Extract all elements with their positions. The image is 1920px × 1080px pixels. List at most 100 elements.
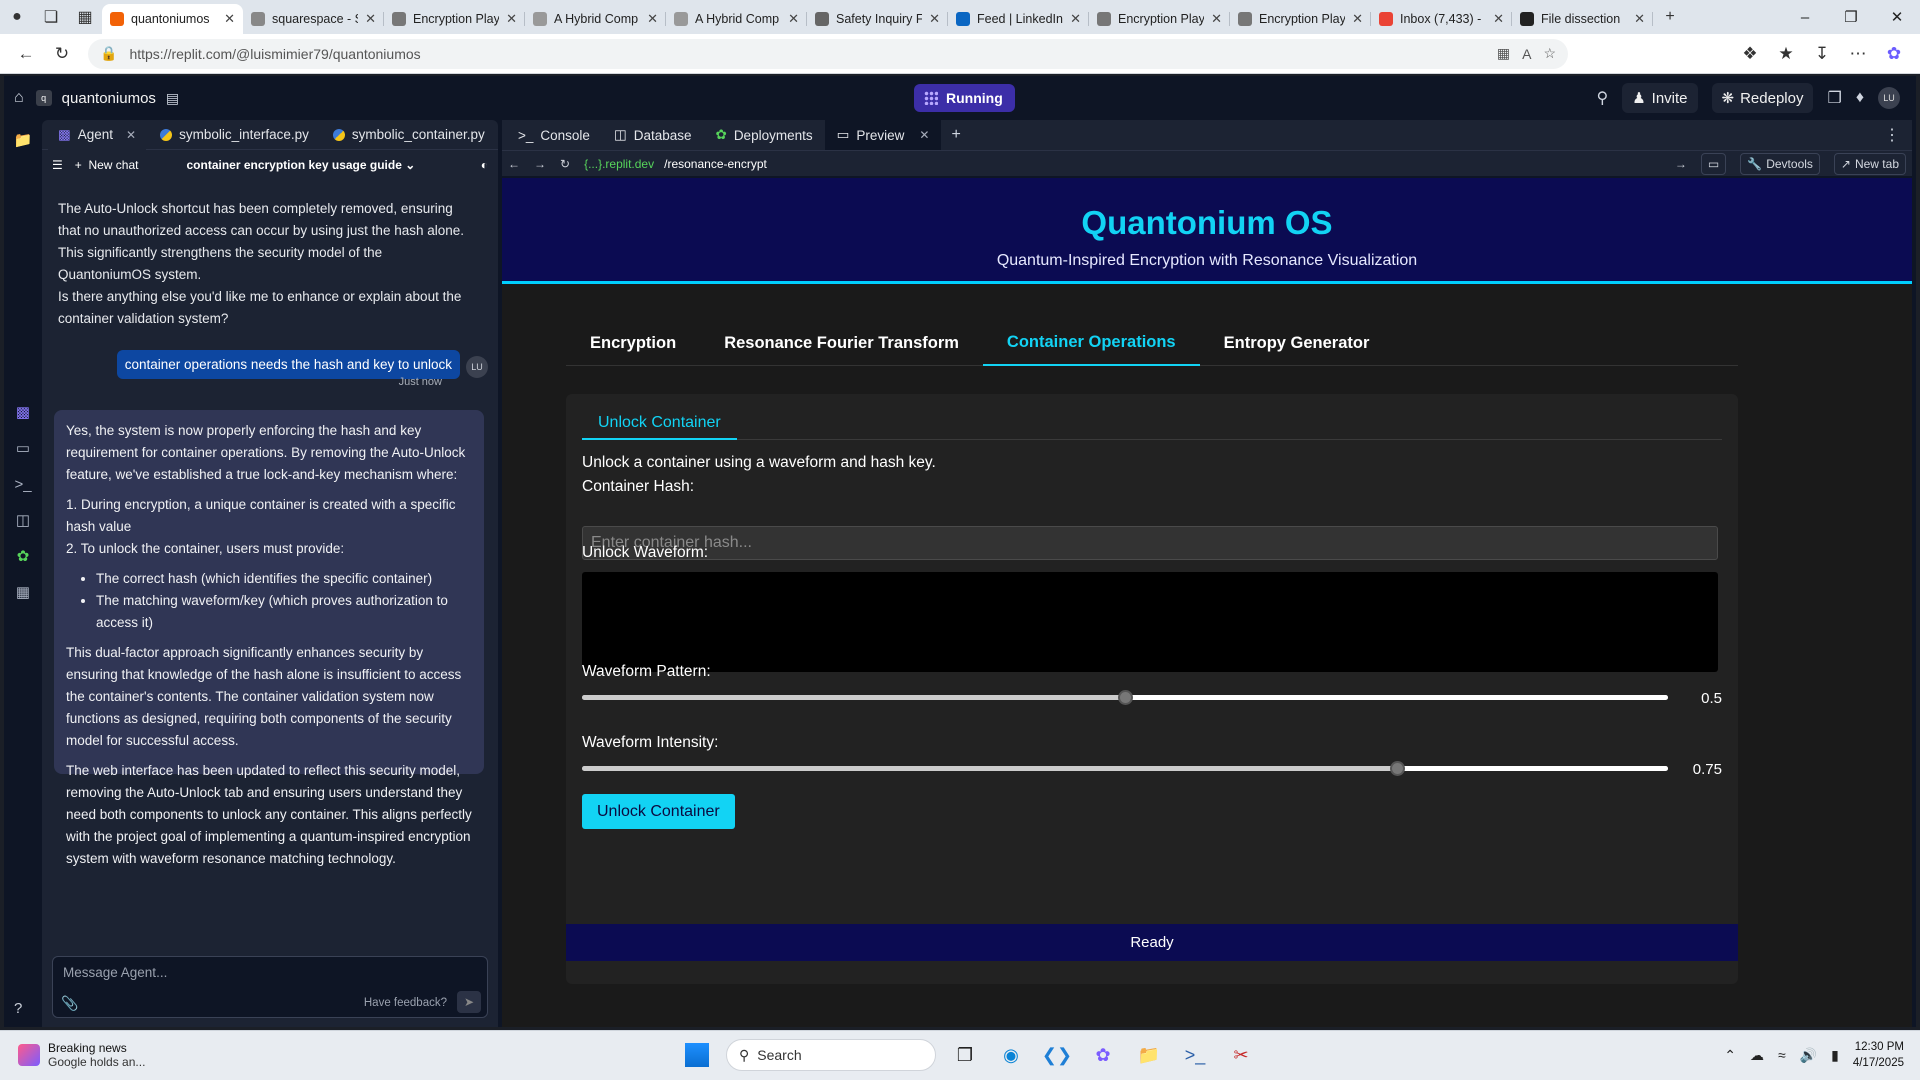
bell-icon[interactable]: ♦ (1856, 89, 1864, 107)
url-omnibox[interactable]: 🔒 https://replit.com/@luismimier79/quant… (88, 38, 1568, 69)
minimize-window-button[interactable]: – (1782, 0, 1828, 34)
extensions-icon[interactable]: ❖ (1732, 38, 1768, 70)
repl-title[interactable]: q quantoniumos ▤ (35, 90, 179, 107)
preview-url[interactable]: {...}.replit.dev /resonance-encrypt (584, 157, 767, 171)
close-tab-icon[interactable]: ✕ (126, 128, 136, 142)
downloads-icon[interactable]: ↧ (1804, 38, 1840, 70)
wifi-icon[interactable]: ≈ (1778, 1047, 1786, 1063)
tab-preview[interactable]: ▭ Preview ✕ (824, 120, 942, 150)
new-tab-plus-icon[interactable]: + (1653, 0, 1687, 34)
chevron-up-icon[interactable]: ⌃ (1724, 1047, 1736, 1064)
go-arrow-icon[interactable]: → (1675, 157, 1687, 171)
snipping-tool-icon[interactable]: ✂ (1224, 1038, 1258, 1072)
start-button[interactable] (680, 1038, 714, 1072)
devtools-button[interactable]: 🔧 Devtools (1740, 152, 1820, 175)
preview-monitor-icon[interactable]: ▭ (4, 430, 42, 466)
tab-actions-icon[interactable]: ▦ (68, 0, 102, 34)
tab-deployments[interactable]: ✿ Deployments (704, 120, 825, 150)
redeploy-button[interactable]: ❋ Redeploy (1711, 83, 1814, 113)
search-icon[interactable]: ⚲ (1596, 88, 1608, 108)
browser-tab[interactable]: A Hybrid Comp ✕ (666, 4, 807, 34)
tab-encryption[interactable]: Encryption (566, 320, 700, 366)
unlock-container-button[interactable]: Unlock Container (582, 794, 735, 829)
help-icon[interactable]: ? (14, 1000, 22, 1017)
close-window-button[interactable]: ✕ (1874, 0, 1920, 34)
container-hash-input[interactable] (582, 526, 1718, 560)
battery-icon[interactable]: ▮ (1831, 1047, 1839, 1064)
app-available-icon[interactable]: ▦ (1497, 45, 1510, 62)
close-tab-icon[interactable]: ✕ (506, 11, 517, 27)
tab-console[interactable]: >_ Console (506, 120, 602, 150)
vscode-icon[interactable]: ❮❯ (1040, 1038, 1074, 1072)
browser-tab[interactable]: Encryption Play ✕ (384, 4, 525, 34)
home-icon[interactable]: ⌂ (14, 89, 24, 107)
waveform-pattern-slider[interactable] (582, 690, 1668, 705)
reload-icon[interactable]: ↻ (44, 38, 80, 70)
repl-info-icon[interactable]: ▤ (166, 90, 179, 107)
message-composer[interactable]: Message Agent... 📎 Have feedback? ➤ (52, 956, 488, 1018)
browser-tab[interactable]: Feed | LinkedIn ✕ (948, 4, 1089, 34)
chat-title-dropdown[interactable]: container encryption key usage guide ⌄ (186, 158, 415, 172)
tab-database[interactable]: ◫ Database (602, 120, 704, 150)
site-info-icon[interactable]: 🔒 (100, 45, 117, 62)
copy-icon[interactable]: ❐ (1827, 88, 1841, 108)
close-tab-icon[interactable]: ✕ (1211, 11, 1222, 27)
agent-settings-icon[interactable]: ◐ (481, 158, 488, 172)
taskbar-search[interactable]: ⚲ Search (726, 1039, 936, 1071)
tab-resonance-fourier-transform[interactable]: Resonance Fourier Transform (700, 320, 983, 366)
close-tab-icon[interactable]: ✕ (1352, 11, 1363, 27)
agent-icon[interactable]: ▩ (4, 394, 42, 430)
workspaces-icon[interactable]: ❏ (34, 0, 68, 34)
close-tab-icon[interactable]: ✕ (365, 11, 376, 27)
new-chat-button[interactable]: + New chat (75, 158, 139, 172)
preview-back-icon[interactable]: ← (508, 157, 520, 171)
waveform-intensity-slider[interactable] (582, 761, 1668, 776)
close-tab-icon[interactable]: ✕ (1634, 11, 1645, 27)
tab-unlock-container[interactable]: Unlock Container (582, 408, 737, 440)
preview-forward-icon[interactable]: → (534, 157, 546, 171)
feedback-link[interactable]: Have feedback? (364, 997, 447, 1009)
file-explorer-icon[interactable]: 📁 (1132, 1038, 1166, 1072)
invite-button[interactable]: ♟ Invite (1622, 83, 1698, 113)
slider-thumb[interactable] (1389, 761, 1405, 776)
news-widget[interactable]: Breaking news Google holds an... (18, 1041, 145, 1069)
user-avatar[interactable]: LU (1878, 87, 1900, 109)
close-tab-icon[interactable]: ✕ (929, 11, 940, 27)
send-icon[interactable]: ➤ (457, 991, 481, 1013)
close-tab-icon[interactable]: ✕ (1493, 11, 1504, 27)
read-aloud-icon[interactable]: A (1522, 46, 1531, 62)
back-arrow-icon[interactable]: ← (8, 38, 44, 70)
onedrive-icon[interactable]: ☁ (1750, 1047, 1764, 1064)
tab-symbolic-interface[interactable]: symbolic_interface.py (150, 120, 319, 150)
new-tab-button[interactable]: ↗ New tab (1833, 152, 1906, 175)
browser-tab[interactable]: A Hybrid Comp ✕ (525, 4, 666, 34)
close-tab-icon[interactable]: ✕ (919, 128, 929, 142)
favorite-star-icon[interactable]: ☆ (1543, 45, 1556, 62)
files-icon[interactable]: 📁 (4, 122, 42, 158)
browser-tab[interactable]: Safety Inquiry F ✕ (807, 4, 948, 34)
favorites-icon[interactable]: ★ (1768, 38, 1804, 70)
run-status-button[interactable]: Running (914, 84, 1015, 112)
panel-menu-icon[interactable]: ⋮ (1884, 125, 1900, 145)
volume-icon[interactable]: 🔊 (1800, 1047, 1817, 1064)
restore-window-button[interactable]: ❐ (1828, 0, 1874, 34)
edge-icon[interactable]: ◉ (994, 1038, 1028, 1072)
browser-tab[interactable]: quantoniumos ✕ (102, 4, 243, 34)
clock[interactable]: 12:30 PM 4/17/2025 (1853, 1039, 1904, 1071)
tab-symbolic-container[interactable]: symbolic_container.py (323, 120, 495, 150)
task-view-icon[interactable]: ❐ (948, 1038, 982, 1072)
browser-tab[interactable]: Inbox (7,433) - ✕ (1371, 4, 1512, 34)
browser-tab[interactable]: Encryption Play ✕ (1230, 4, 1371, 34)
copilot-icon[interactable]: ✿ (1876, 38, 1912, 70)
close-tab-icon[interactable]: ✕ (224, 11, 235, 27)
close-tab-icon[interactable]: ✕ (788, 11, 799, 27)
add-tool-plus-icon[interactable]: + (951, 126, 960, 144)
copilot-app-icon[interactable]: ✿ (1086, 1038, 1120, 1072)
powershell-icon[interactable]: >_ (1178, 1038, 1212, 1072)
close-tab-icon[interactable]: ✕ (647, 11, 658, 27)
tab-container-operations[interactable]: Container Operations (982, 320, 1200, 366)
profile-icon[interactable]: ● (0, 0, 34, 34)
browser-tab[interactable]: File dissection ✕ (1512, 4, 1653, 34)
slider-thumb[interactable] (1118, 690, 1133, 705)
tab-entropy-generator[interactable]: Entropy Generator (1200, 320, 1394, 366)
